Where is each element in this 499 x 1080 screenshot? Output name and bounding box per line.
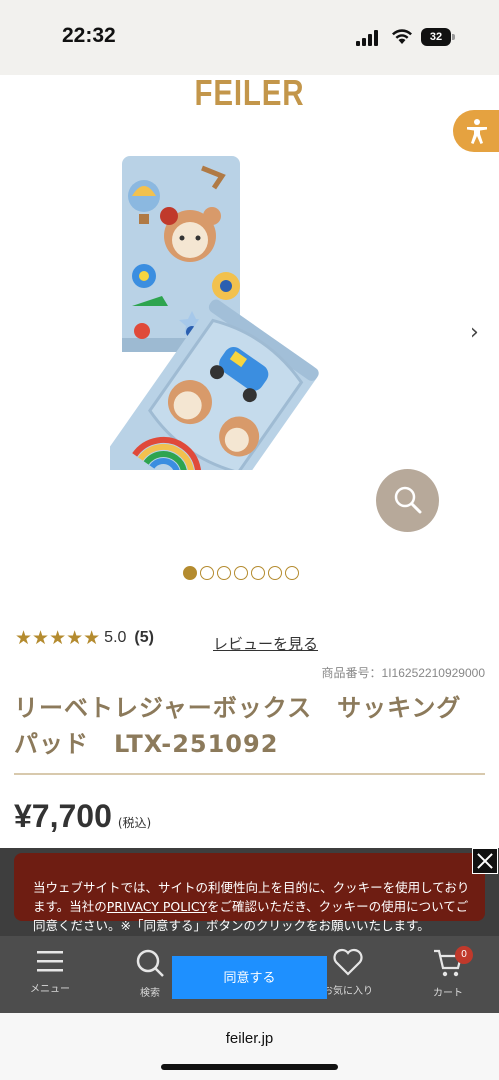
accessibility-icon (467, 119, 487, 144)
accessibility-button[interactable] (453, 110, 499, 152)
nav-menu-label: メニュー (30, 984, 70, 995)
hamburger-menu-icon (37, 951, 63, 972)
wifi-icon (392, 29, 412, 44)
magnifier-icon (394, 486, 422, 514)
nav-cart-label: カート (433, 988, 463, 999)
close-icon[interactable] (472, 848, 498, 874)
star-rating-icons: ★★★★★ (15, 627, 101, 649)
cellular-signal-icon (356, 30, 382, 46)
product-number: 商品番号：1I16252210929000 (321, 666, 485, 680)
brand-logo[interactable]: FEILER (45, 72, 454, 114)
cart-count-badge: 0 (455, 946, 473, 964)
gallery-dot[interactable] (251, 566, 265, 580)
rating-score: 5.0 (104, 629, 127, 646)
gallery-dot[interactable] (285, 566, 299, 580)
cookie-message: 当ウェブサイトでは、サイトの利便性向上を目的に、クッキーを使用しております。当社… (33, 878, 473, 935)
price-row: ¥7,700 (税込) (14, 798, 151, 835)
gallery-dot[interactable] (183, 566, 197, 580)
product-title: リーベトレジャーボックス サッキングパッド LTX-251092 (14, 694, 462, 758)
gallery-dot[interactable] (268, 566, 282, 580)
battery-level: 32 (421, 28, 451, 46)
product-price: ¥7,700 (14, 798, 112, 834)
home-indicator (161, 1064, 338, 1070)
privacy-policy-link[interactable]: PRIVACY POLICY (107, 899, 207, 914)
battery-icon: 32 (421, 28, 455, 46)
gallery-dot[interactable] (234, 566, 248, 580)
rating-count: (5) (134, 629, 154, 646)
status-time: 22:32 (62, 24, 116, 47)
gallery-dot[interactable] (217, 566, 231, 580)
gallery-pagination (183, 566, 299, 580)
nav-menu[interactable]: メニュー (15, 948, 85, 995)
nav-cart[interactable]: 0 カート (413, 946, 483, 999)
product-image[interactable] (110, 150, 410, 470)
gallery-dot[interactable] (200, 566, 214, 580)
zoom-button[interactable] (376, 469, 439, 532)
heart-icon (333, 948, 363, 976)
search-icon (136, 949, 164, 977)
next-image-chevron-icon[interactable]: › (470, 320, 479, 345)
agree-button[interactable]: 同意する (172, 956, 327, 999)
status-bar: 22:32 32 (0, 0, 499, 75)
rating-row: ★★★★★ 5.0 (5) (15, 628, 154, 648)
divider (14, 773, 485, 775)
review-link[interactable]: レビューを見る (213, 633, 318, 654)
tax-note: (税込) (117, 816, 152, 830)
url-text[interactable]: feiler.jp (0, 1030, 499, 1047)
